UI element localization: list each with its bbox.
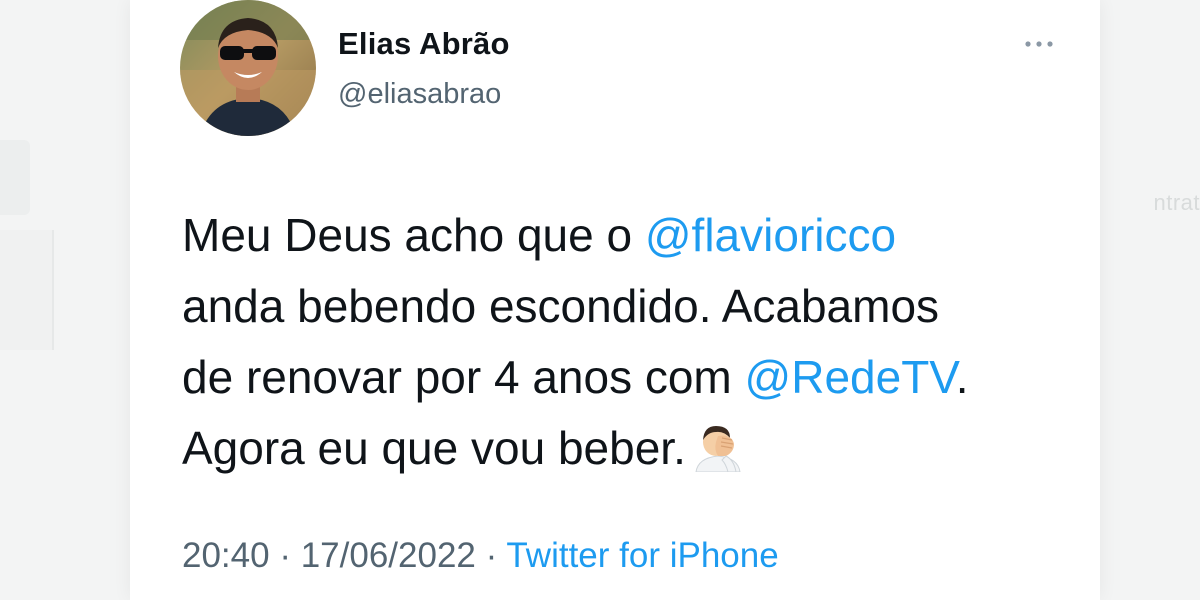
man-facepalming-emoji-icon xyxy=(688,421,748,473)
tweet-line: de renovar por 4 anos com @RedeTV. xyxy=(182,342,1082,413)
tweet-time[interactable]: 20:40 xyxy=(182,536,270,575)
tweet-text: Meu Deus acho que o @flavioricco anda be… xyxy=(182,200,1082,484)
mention-link-flavioricco[interactable]: @flavioricco xyxy=(645,209,896,261)
mention-link-redetv[interactable]: @RedeTV xyxy=(745,351,956,403)
meta-separator: · xyxy=(269,536,301,575)
meta-separator: · xyxy=(475,536,507,575)
background-panel xyxy=(0,140,30,215)
screenshot-stage: ntrat Elias Abrão @eliasabrao Meu Deus a… xyxy=(0,0,1200,600)
tweet-line: Meu Deus acho que o @flavioricco xyxy=(182,200,1082,271)
tweet-source-link[interactable]: Twitter for iPhone xyxy=(506,536,778,575)
author-handle[interactable]: @eliasabrao xyxy=(338,78,501,111)
tweet-text-segment: de renovar por 4 anos com xyxy=(182,351,745,403)
tweet-card: Elias Abrão @eliasabrao Meu Deus acho qu… xyxy=(130,0,1100,600)
avatar[interactable] xyxy=(180,0,316,136)
background-partial-text: ntrat xyxy=(1153,190,1200,215)
tweet-text-segment: Meu Deus acho que o xyxy=(182,209,645,261)
background-panel xyxy=(0,230,54,350)
author-display-name[interactable]: Elias Abrão xyxy=(338,26,510,62)
more-horizontal-icon[interactable] xyxy=(1022,34,1056,54)
tweet-text-segment: Agora eu que vou beber. xyxy=(182,422,686,474)
tweet-line: anda bebendo escondido. Acabamos xyxy=(182,280,940,332)
tweet-date[interactable]: 17/06/2022 xyxy=(301,536,476,575)
tweet-text-segment: . xyxy=(955,351,969,403)
tweet-line: Agora eu que vou beber. xyxy=(182,413,1082,484)
profile-photo-icon xyxy=(180,0,316,136)
tweet-metadata: 20:40 · 17/06/2022 · Twitter for iPhone xyxy=(182,536,779,576)
